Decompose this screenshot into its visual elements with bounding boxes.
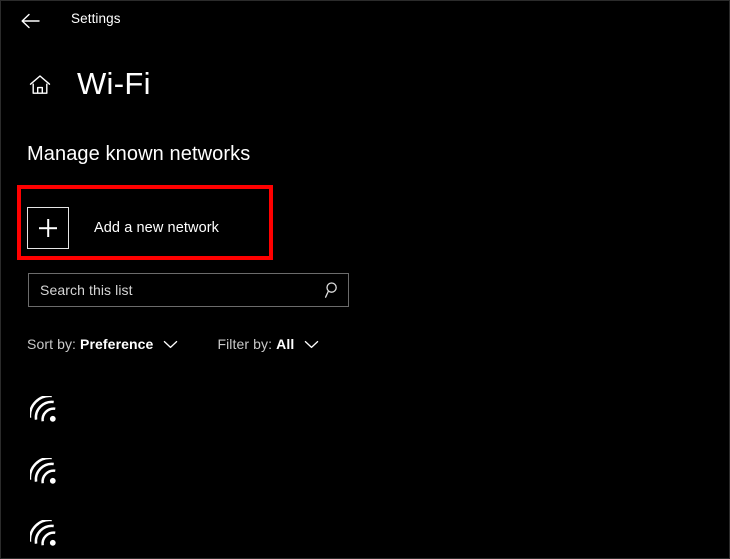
page-header: Wi-Fi xyxy=(1,63,729,109)
known-networks-list[interactable] xyxy=(1,381,729,558)
title-bar: Settings xyxy=(1,1,729,41)
list-item[interactable] xyxy=(1,505,729,558)
back-button[interactable] xyxy=(16,6,46,36)
add-new-network-label: Add a new network xyxy=(94,220,220,236)
filter-by-value: All xyxy=(276,336,295,352)
list-item[interactable] xyxy=(1,381,729,443)
sort-by-value: Preference xyxy=(80,336,154,352)
app-title: Settings xyxy=(71,11,121,26)
search-icon[interactable] xyxy=(318,274,348,306)
search-box[interactable] xyxy=(28,273,349,307)
add-new-network-button[interactable]: Add a new network xyxy=(27,201,267,255)
filter-by-label: Filter by: xyxy=(217,336,273,352)
page-title: Wi-Fi xyxy=(77,66,151,101)
list-controls: Sort by: Preference Filter by: All xyxy=(27,332,319,356)
wifi-icon xyxy=(30,457,63,491)
list-item[interactable] xyxy=(1,443,729,505)
chevron-down-icon xyxy=(163,340,178,349)
section-heading: Manage known networks xyxy=(27,143,251,165)
arrow-left-icon xyxy=(20,13,42,29)
wifi-icon xyxy=(30,395,63,429)
plus-icon xyxy=(27,207,69,249)
home-icon[interactable] xyxy=(27,72,53,98)
sort-by-dropdown[interactable]: Sort by: Preference xyxy=(27,336,178,352)
filter-by-dropdown[interactable]: Filter by: All xyxy=(217,336,319,352)
search-input[interactable] xyxy=(29,274,318,306)
wifi-icon xyxy=(30,519,63,553)
settings-window: Settings Wi-Fi Manage known networks Add… xyxy=(0,0,730,559)
sort-by-label: Sort by: xyxy=(27,336,77,352)
chevron-down-icon xyxy=(304,340,319,349)
